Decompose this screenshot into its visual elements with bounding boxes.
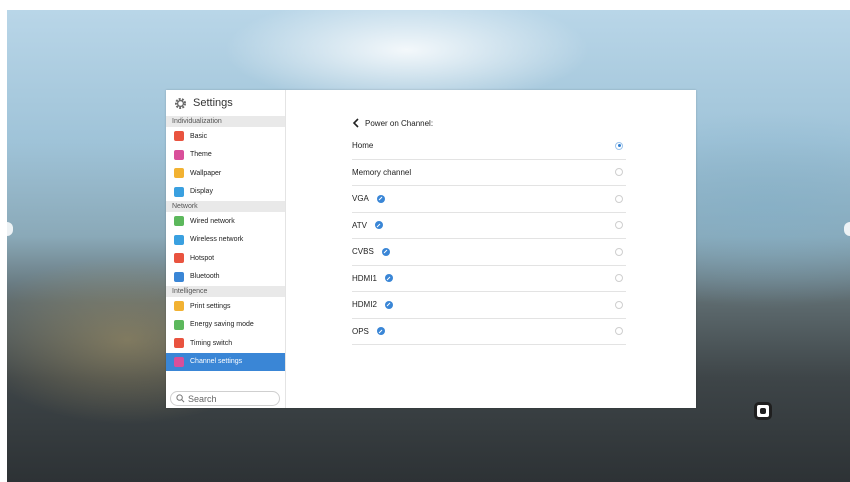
channel-icon <box>174 356 184 367</box>
channel-option-vga[interactable]: VGA <box>352 186 626 213</box>
channel-label-group: CVBS <box>352 247 390 256</box>
radio-unselected[interactable] <box>615 194 623 203</box>
desktop-background: Settings Individualization Basic Theme Wall… <box>7 10 850 482</box>
sidebar-item-label: Timing switch <box>190 339 233 347</box>
sidebar-item-hotspot[interactable]: Hotspot <box>166 249 285 268</box>
sidebar-item-label: Hotspot <box>190 254 215 262</box>
sidebar-item-theme[interactable]: Theme <box>166 146 285 165</box>
sidebar-item-label: Print settings <box>190 302 231 310</box>
sidebar-item-wired-network[interactable]: Wired network <box>166 212 285 231</box>
settings-window: Settings Individualization Basic Theme Wall… <box>166 90 696 408</box>
sidebar-item-basic[interactable]: Basic <box>166 127 285 146</box>
radio-unselected[interactable] <box>615 274 623 283</box>
settings-sidebar: Settings Individualization Basic Theme Wall… <box>166 90 286 408</box>
sidebar-item-label: Wired network <box>190 217 235 225</box>
edit-icon[interactable] <box>381 247 390 256</box>
sidebar-item-channel-settings[interactable]: Channel settings <box>166 352 285 371</box>
sidebar-item-energy-saving-mode[interactable]: Energy saving mode <box>166 316 285 335</box>
section-label: Individualization <box>166 116 285 127</box>
right-edge-handle[interactable] <box>844 222 850 236</box>
basic-icon <box>174 131 184 142</box>
channel-label: HDMI2 <box>352 300 377 310</box>
channel-label-group: ATV <box>352 221 383 230</box>
radio-unselected[interactable] <box>615 168 623 177</box>
radio-unselected[interactable] <box>615 247 623 256</box>
channel-label-group: Home <box>352 141 373 150</box>
sidebar-item-label: Display <box>190 188 213 196</box>
channel-option-home[interactable]: Home <box>352 133 626 160</box>
hotspot-icon <box>174 253 184 264</box>
sidebar-item-wallpaper[interactable]: Wallpaper <box>166 164 285 183</box>
channel-label: Memory channel <box>352 167 412 177</box>
channel-option-hdmi1[interactable]: HDMI1 <box>352 266 626 292</box>
sidebar-item-label: Bluetooth <box>190 273 220 281</box>
search-input[interactable]: Search <box>170 391 280 406</box>
sidebar-item-label: Theme <box>190 151 212 159</box>
sidebar-item-wireless-network[interactable]: Wireless network <box>166 231 285 250</box>
theme-icon <box>174 149 184 160</box>
floating-menu-button[interactable] <box>754 402 772 420</box>
channel-settings-panel: Power on Channel: Home Memory channel VGA A… <box>286 90 696 408</box>
sidebar-item-bluetooth[interactable]: Bluetooth <box>166 268 285 287</box>
left-edge-handle[interactable] <box>7 222 13 236</box>
sidebar-item-display[interactable]: Display <box>166 183 285 202</box>
channel-label-group: VGA <box>352 194 385 203</box>
search-icon <box>176 394 185 403</box>
channel-label-group: HDMI1 <box>352 274 393 283</box>
channel-label-group: Memory channel <box>352 168 411 177</box>
channel-label-group: HDMI2 <box>352 300 393 309</box>
settings-header: Settings <box>166 90 285 116</box>
sidebar-item-label: Basic <box>190 132 208 140</box>
bluetooth-icon <box>174 271 184 282</box>
channel-option-memory-channel[interactable]: Memory channel <box>352 160 626 186</box>
energy-icon <box>174 319 184 330</box>
panel-title: Power on Channel: <box>365 118 434 128</box>
channel-option-cvbs[interactable]: CVBS <box>352 239 626 266</box>
timer-icon <box>174 338 184 349</box>
wifi-icon <box>174 234 184 245</box>
sidebar-item-label: Wireless network <box>190 236 244 244</box>
back-button[interactable]: Power on Channel: <box>352 118 433 128</box>
edit-icon[interactable] <box>374 221 383 230</box>
channel-option-ops[interactable]: OPS <box>352 319 626 345</box>
sidebar-item-label: Energy saving mode <box>190 321 254 329</box>
channel-label: OPS <box>352 326 369 336</box>
sidebar-item-print-settings[interactable]: Print settings <box>166 297 285 316</box>
sidebar-item-timing-switch[interactable]: Timing switch <box>166 334 285 353</box>
gear-icon <box>174 97 187 109</box>
chevron-left-icon <box>352 118 359 128</box>
edit-icon[interactable] <box>384 300 393 309</box>
edit-icon[interactable] <box>376 327 385 336</box>
sidebar-list: Individualization Basic Theme Wallpaper Disp… <box>166 116 285 371</box>
channel-label: CVBS <box>352 247 374 257</box>
radio-unselected[interactable] <box>615 300 623 309</box>
channel-label: Home <box>352 141 374 151</box>
sidebar-item-label: Channel settings <box>190 358 243 366</box>
display-icon <box>174 186 184 197</box>
settings-title: Settings <box>193 97 233 109</box>
radio-unselected[interactable] <box>615 221 623 230</box>
sidebar-item-label: Wallpaper <box>190 169 222 177</box>
channel-option-hdmi2[interactable]: HDMI2 <box>352 292 626 319</box>
channel-label-group: OPS <box>352 327 385 336</box>
search-placeholder: Search <box>188 393 217 404</box>
channel-list: Home Memory channel VGA ATV CVBS HDMI1 HDMI2 OP… <box>352 133 626 345</box>
channel-label: VGA <box>352 194 369 204</box>
wallpaper-icon <box>174 168 184 179</box>
radio-unselected[interactable] <box>615 327 623 336</box>
print-icon <box>174 301 184 312</box>
wired-network-icon <box>174 216 184 227</box>
channel-label: ATV <box>352 220 367 230</box>
radio-selected[interactable] <box>615 141 623 150</box>
channel-label: HDMI1 <box>352 273 377 283</box>
section-label: Network <box>166 201 285 212</box>
edit-icon[interactable] <box>376 194 385 203</box>
edit-icon[interactable] <box>384 274 393 283</box>
channel-option-atv[interactable]: ATV <box>352 213 626 239</box>
section-label: Intelligence <box>166 286 285 297</box>
